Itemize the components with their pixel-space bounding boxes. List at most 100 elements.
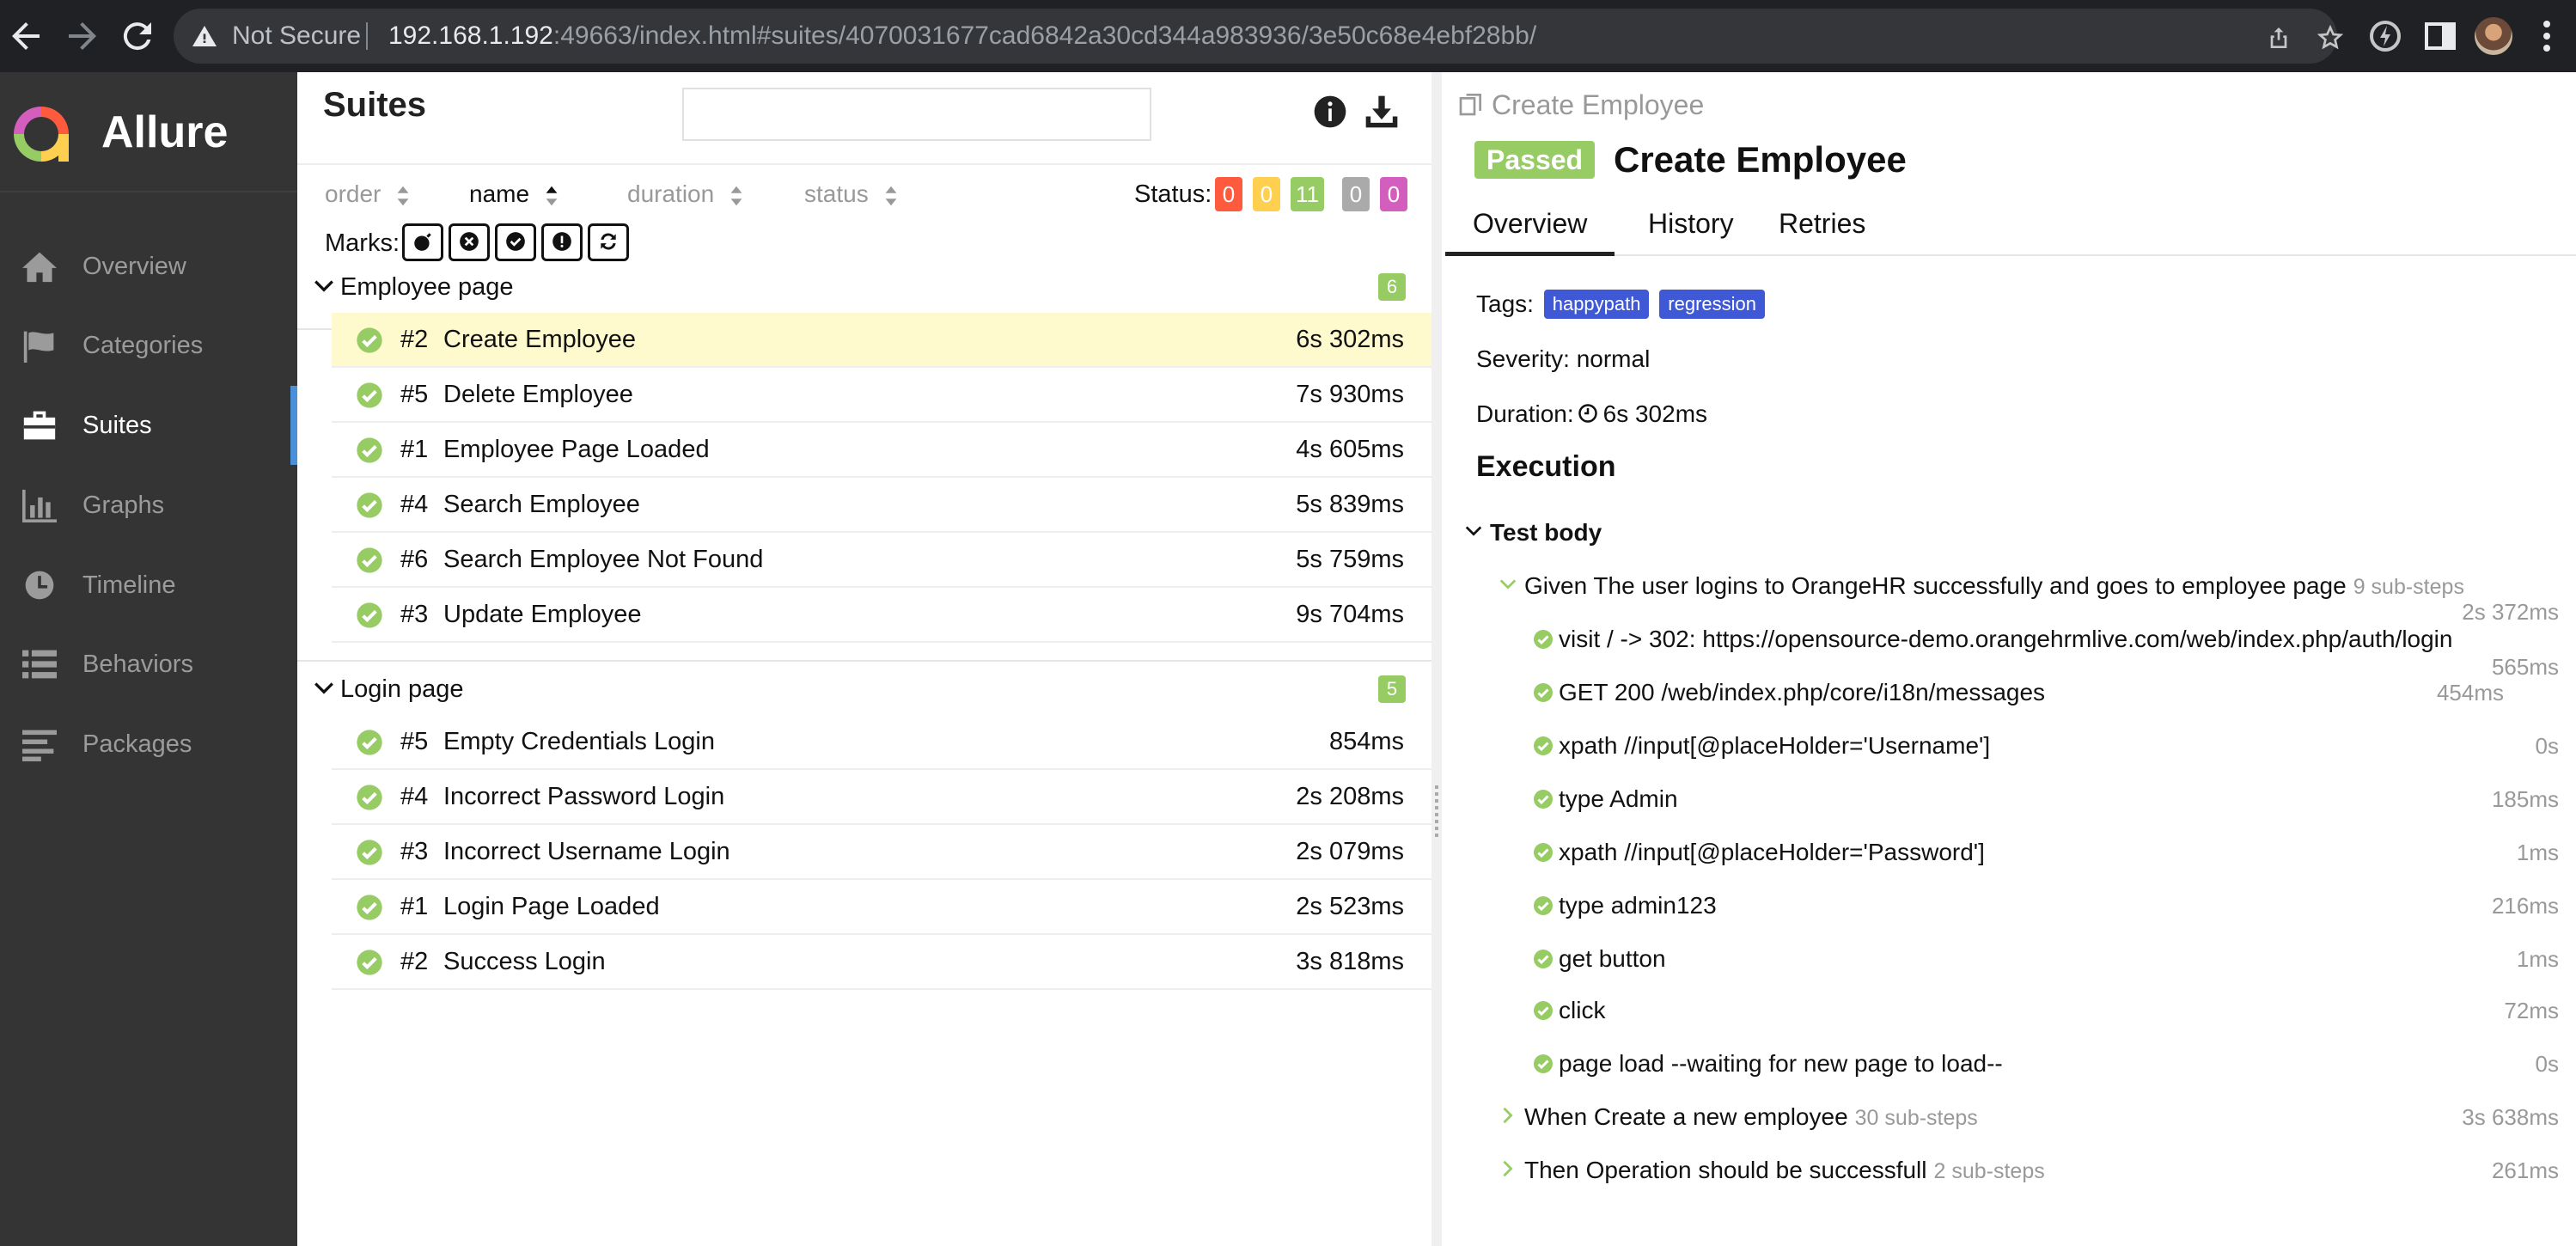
status-count-unknown[interactable]: 0	[1380, 177, 1407, 211]
sidebar-item-categories[interactable]: Categories	[0, 306, 297, 385]
severity-row: Severity: normal	[1476, 345, 1651, 372]
sidebar-item-suites[interactable]: Suites	[0, 386, 297, 465]
reload-icon[interactable]	[117, 15, 158, 57]
test-name: Update Employee	[443, 601, 642, 628]
passed-check-icon	[1534, 950, 1553, 968]
passed-check-icon	[357, 950, 382, 975]
test-row[interactable]: #3 Incorrect Username Login 2s 079ms	[332, 825, 1435, 880]
warning-icon[interactable]	[191, 22, 218, 50]
sub-step-row[interactable]: xpath //input[@placeHolder='Password']	[1533, 835, 1985, 870]
page-title: Suites	[323, 86, 427, 124]
pane-resize-handle[interactable]	[1431, 72, 1442, 1246]
info-icon[interactable]	[1311, 91, 1349, 132]
sort-status[interactable]: status	[804, 175, 898, 213]
sidebar-item-graphs[interactable]: Graphs	[0, 466, 297, 545]
status-badge: Passed	[1474, 141, 1596, 179]
menu-kebab-icon[interactable]	[2526, 15, 2567, 57]
back-icon[interactable]	[5, 15, 46, 57]
tab-overview[interactable]: Overview	[1445, 192, 1615, 256]
status-count-broken[interactable]: 0	[1253, 177, 1280, 211]
test-row[interactable]: #2 Success Login 3s 818ms	[332, 935, 1435, 990]
marks-label: Marks:	[325, 229, 400, 257]
sidebar-item-label: Timeline	[82, 571, 176, 599]
suite-group-name: Login page	[340, 675, 464, 703]
new-failed-mark-icon[interactable]	[449, 223, 490, 261]
test-row[interactable]: #2 Create Employee 6s 302ms	[332, 313, 1435, 368]
sub-step-row[interactable]: page load --waiting for new page to load…	[1533, 1047, 2003, 1081]
step-duration: 454ms	[2436, 680, 2504, 705]
sub-step-row[interactable]: click	[1533, 993, 1605, 1028]
sub-step-row[interactable]: xpath //input[@placeHolder='Username']	[1533, 729, 1990, 763]
download-icon[interactable]	[1363, 91, 1401, 132]
step-given[interactable]: Given The user logins to OrangeHR succes…	[1499, 569, 2464, 604]
breadcrumb[interactable]: Create Employee	[1457, 88, 1704, 122]
tag-badge[interactable]: happypath	[1543, 290, 1650, 319]
sort-duration[interactable]: duration	[627, 175, 743, 213]
url-text[interactable]: 192.168.1.192:49663/index.html#suites/40…	[388, 9, 1536, 64]
tag-badge[interactable]: regression	[1659, 290, 1765, 319]
sidebar-item-timeline[interactable]: Timeline	[0, 546, 297, 625]
new-broken-mark-icon[interactable]	[541, 223, 583, 261]
status-count-passed[interactable]: 11	[1291, 177, 1324, 211]
step-when[interactable]: When Create a new employee 30 sub-steps	[1499, 1100, 1978, 1135]
search-input[interactable]	[682, 88, 1151, 141]
step-duration: 185ms	[2491, 786, 2559, 812]
chevron-down-icon	[314, 682, 333, 694]
test-row[interactable]: #6 Search Employee Not Found 5s 759ms	[332, 533, 1435, 588]
sub-step-row[interactable]: get button	[1533, 942, 1666, 976]
suite-group-header[interactable]: Employee page 6	[297, 260, 1435, 315]
chevron-down-icon	[1465, 526, 1482, 536]
copy-icon[interactable]	[1457, 90, 1485, 118]
share-icon[interactable]	[2265, 24, 2292, 52]
sidebar: Allure Overview Categories Suites Graphs…	[0, 72, 297, 1246]
test-row[interactable]: #1 Login Page Loaded 2s 523ms	[332, 880, 1435, 935]
test-row[interactable]: #5 Delete Employee 7s 930ms	[332, 368, 1435, 423]
test-duration: 6s 302ms	[1296, 326, 1404, 353]
suite-group-header[interactable]: Login page 5	[297, 660, 1435, 715]
retries-mark-icon[interactable]	[588, 223, 629, 261]
forward-icon[interactable]	[62, 15, 103, 57]
sidebar-item-behaviors[interactable]: Behaviors	[0, 625, 297, 704]
brand[interactable]: Allure	[0, 72, 297, 192]
step-duration: 216ms	[2491, 893, 2559, 919]
test-number: #2	[400, 326, 429, 353]
bookmark-star-icon[interactable]	[2317, 24, 2344, 52]
test-name: Login Page Loaded	[443, 893, 660, 920]
test-name: Employee Page Loaded	[443, 436, 710, 463]
test-name: Incorrect Password Login	[443, 783, 725, 810]
step-duration: 1ms	[2516, 946, 2559, 972]
sort-name[interactable]: name	[469, 175, 559, 213]
test-row[interactable]: #4 Incorrect Password Login 2s 208ms	[332, 770, 1435, 825]
passed-check-icon	[1534, 843, 1553, 862]
sub-step-row[interactable]: type Admin	[1533, 782, 1678, 816]
test-row[interactable]: #5 Empty Credentials Login 854ms	[332, 715, 1435, 770]
tab-retries[interactable]: Retries	[1751, 192, 1893, 256]
sub-step-row[interactable]: GET 200 /web/index.php/core/i18n/message…	[1533, 675, 2045, 710]
profile-avatar[interactable]	[2475, 17, 2512, 55]
sidebar-item-packages[interactable]: Packages	[0, 705, 297, 784]
sub-step-row[interactable]: visit / -> 302: https://opensource-demo.…	[1533, 622, 2452, 657]
step-then[interactable]: Then Operation should be successfull 2 su…	[1499, 1153, 2045, 1188]
test-duration: 4s 605ms	[1296, 436, 1404, 463]
chevron-down-icon	[314, 280, 333, 292]
passed-check-icon	[1534, 1001, 1553, 1020]
sort-order[interactable]: order	[325, 175, 410, 213]
status-count-failed[interactable]: 0	[1215, 177, 1242, 211]
sidebar-item-label: Suites	[82, 412, 152, 439]
tab-history[interactable]: History	[1621, 192, 1761, 256]
sidebar-item-overview[interactable]: Overview	[0, 227, 297, 306]
sub-step-row[interactable]: type admin123	[1533, 889, 1717, 923]
test-row[interactable]: #1 Employee Page Loaded 4s 605ms	[332, 423, 1435, 478]
security-label[interactable]: Not Secure	[232, 9, 361, 64]
extension-icon[interactable]	[2365, 15, 2406, 57]
side-panel-icon[interactable]	[2420, 15, 2461, 57]
test-row[interactable]: #4 Search Employee 5s 839ms	[332, 478, 1435, 533]
test-row[interactable]: #3 Update Employee 9s 704ms	[332, 588, 1435, 643]
passed-check-icon	[357, 785, 382, 810]
new-passed-mark-icon[interactable]	[495, 223, 536, 261]
flaky-mark-icon[interactable]	[402, 223, 443, 261]
address-bar[interactable]: Not Secure 192.168.1.192:49663/index.htm…	[174, 9, 2344, 64]
status-count-skipped[interactable]: 0	[1342, 177, 1370, 211]
test-body-toggle[interactable]: Test body	[1464, 516, 1602, 550]
passed-check-icon	[357, 602, 382, 628]
